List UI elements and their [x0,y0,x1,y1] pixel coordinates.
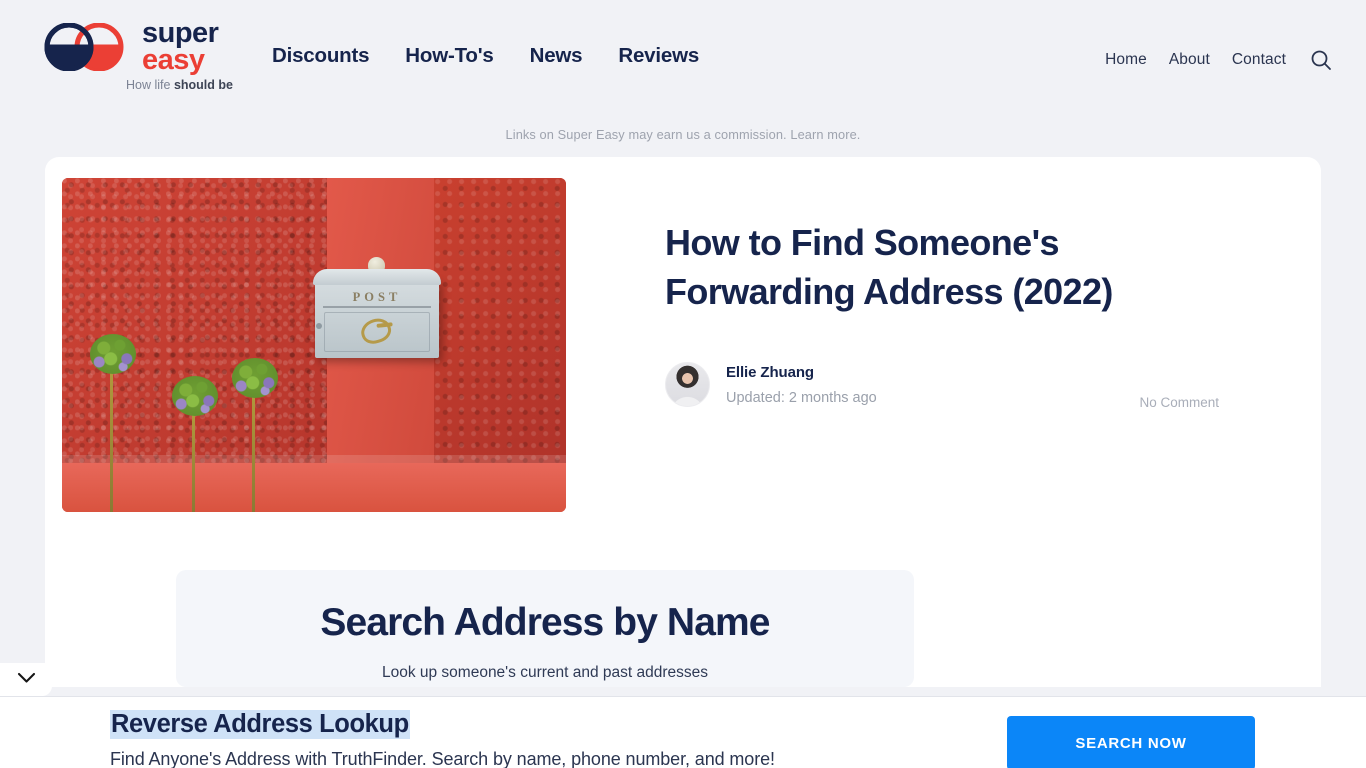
widget-subtitle: Look up someone's current and past addre… [381,664,709,681]
tagline-prefix: How life [126,78,174,92]
search-icon[interactable] [1308,47,1334,73]
primary-nav: Discounts How-To's News Reviews [272,44,699,68]
nav-item-home[interactable]: Home [1105,51,1147,69]
ad-subtext: Find Anyone's Address with TruthFinder. … [110,749,775,768]
updated-timestamp: Updated: 2 months ago [726,389,877,406]
mailbox-lid [313,269,441,285]
nav-item-contact[interactable]: Contact [1232,51,1286,69]
mailbox-latch [316,323,322,329]
search-now-button[interactable]: SEARCH NOW [1007,716,1255,768]
hero-wall-ledge [62,455,566,463]
hero-wall-right [434,178,566,463]
nav-item-news[interactable]: News [530,44,583,68]
page-viewport: super easy How life should be Discounts … [0,0,1366,768]
site-logo[interactable]: super easy How life should be [42,18,242,98]
logo-tagline: How life should be [126,78,233,92]
tagline-bold: should be [173,78,233,92]
search-address-widget: Search Address by Name Look up someone's… [176,570,914,687]
comment-count[interactable]: No Comment [1139,395,1219,410]
page-title: How to Find Someone's Forwarding Address… [665,222,1113,312]
nav-item-reviews[interactable]: Reviews [618,44,699,68]
mailbox-post-label: POST [352,290,402,304]
logo-word-easy: easy [142,43,205,76]
article-header: How to Find Someone's Forwarding Address… [665,219,1225,317]
nav-item-about[interactable]: About [1169,51,1210,69]
hero-wall-base [62,463,566,512]
byline-text: Ellie Zhuang Updated: 2 months ago [726,364,877,406]
logo-wordmark: super easy [142,17,219,76]
hero-mailbox: POST [313,257,441,358]
author-name[interactable]: Ellie Zhuang [726,364,877,381]
logo-word-super: super [142,17,219,49]
affiliate-disclaimer[interactable]: Links on Super Easy may earn us a commis… [0,127,1366,142]
site-header: super easy How life should be Discounts … [0,0,1366,114]
mailbox-slot [323,306,431,308]
ad-collapse-toggle[interactable] [0,663,52,696]
supereasy-logo-icon [44,22,136,72]
article-hero-image: POST [62,178,566,512]
nav-item-how-tos[interactable]: How-To's [405,44,494,68]
chevron-down-icon [17,671,36,689]
ad-headline[interactable]: Reverse Address Lookup [110,710,410,739]
utility-nav: Home About Contact [1105,47,1334,73]
avatar [665,362,710,407]
article-card: POST How to Find Someone's Forwarding Ad… [45,157,1321,687]
widget-title: Search Address by Name [320,601,770,644]
nav-item-discounts[interactable]: Discounts [272,44,369,68]
